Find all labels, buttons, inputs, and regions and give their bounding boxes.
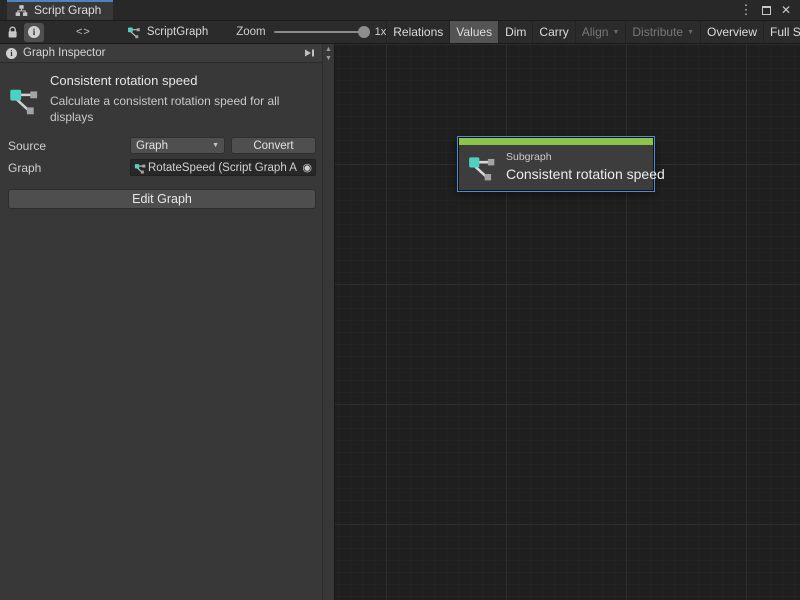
convert-button[interactable]: Convert — [231, 137, 316, 154]
toolbar-button-dim[interactable]: Dim — [498, 21, 532, 43]
close-icon[interactable]: ✕ — [778, 2, 794, 18]
tab-script-graph[interactable]: Script Graph — [7, 0, 113, 20]
graph-object-value: RotateSpeed (Script Graph A — [148, 162, 301, 174]
window-tab-bar: Script Graph ⋮ ✕ — [0, 0, 800, 21]
node-header-bar — [459, 138, 653, 145]
distribute-label: Distribute — [632, 25, 683, 39]
code-view-button[interactable]: <> — [72, 23, 95, 42]
graph-hierarchy-icon — [15, 4, 28, 17]
edit-graph-button[interactable]: Edit Graph — [8, 189, 316, 209]
dock-panel-button[interactable] — [300, 46, 318, 61]
source-dropdown-value: Graph — [136, 140, 168, 152]
node-text: Subgraph Consistent rotation speed — [506, 151, 643, 182]
inspector-form: Source Graph ▼ Convert Graph — [0, 137, 322, 181]
graph-field-label: Graph — [8, 161, 130, 175]
graph-description: Calculate a consistent rotation speed fo… — [50, 93, 312, 125]
script-graph-asset-icon — [134, 162, 146, 174]
subgraph-node-icon — [467, 152, 497, 182]
main-area: i Graph Inspector — [0, 44, 800, 600]
info-icon: i — [28, 26, 40, 38]
zoom-label: Zoom — [236, 26, 265, 38]
graph-canvas[interactable]: Subgraph Consistent rotation speed — [335, 44, 800, 600]
node-kind-label: Subgraph — [506, 151, 643, 163]
zoom-slider[interactable] — [274, 26, 366, 38]
toolbar-button-relations[interactable]: Relations — [386, 21, 449, 43]
window-controls: ⋮ ✕ — [738, 0, 800, 20]
toolbar-toggle-group: Relations Values Dim Carry Align ▼ Distr… — [386, 21, 800, 43]
node-title: Consistent rotation speed — [506, 166, 643, 182]
breadcrumb-label: ScriptGraph — [147, 26, 208, 38]
breadcrumb[interactable]: ScriptGraph — [127, 25, 208, 39]
graph-inspector-header: i Graph Inspector — [0, 44, 322, 63]
graph-object-field[interactable]: RotateSpeed (Script Graph A ◉ — [130, 159, 316, 176]
scroll-up-icon[interactable]: ▲ — [325, 46, 332, 55]
source-label: Source — [8, 139, 130, 153]
node-body: Subgraph Consistent rotation speed — [459, 145, 653, 190]
graph-info-text: Consistent rotation speed Calculate a co… — [50, 73, 314, 125]
active-tab-indicator — [7, 0, 113, 2]
graph-title: Consistent rotation speed — [50, 73, 314, 88]
align-label: Align — [582, 25, 609, 39]
graph-inspector-panel: i Graph Inspector — [0, 44, 322, 600]
lock-icon — [7, 26, 18, 39]
zoom-slider-handle[interactable] — [358, 26, 370, 38]
subgraph-node[interactable]: Subgraph Consistent rotation speed — [457, 136, 655, 192]
graph-toolbar: i <> ScriptGraph Zoom 1x — [0, 21, 800, 44]
code-icon: <> — [76, 26, 91, 38]
lock-button[interactable] — [3, 23, 22, 42]
object-picker-icon[interactable]: ◉ — [301, 161, 313, 174]
toolbar-button-overview[interactable]: Overview — [700, 21, 763, 43]
zoom-value: 1x — [375, 26, 387, 38]
toolbar-button-distribute: Distribute ▼ — [625, 21, 700, 43]
toolbar-button-values[interactable]: Values — [449, 21, 498, 43]
toolbar-button-full-screen[interactable]: Full Screen — [763, 21, 800, 43]
script-graph-icon — [127, 25, 141, 39]
dropdown-arrow-icon: ▼ — [212, 142, 219, 149]
zoom-slider-track — [274, 31, 366, 33]
inspector-toggle-button[interactable]: i — [24, 23, 44, 42]
toolbar-button-carry[interactable]: Carry — [532, 21, 574, 43]
graph-info-section: Consistent rotation speed Calculate a co… — [0, 63, 322, 137]
source-row: Source Graph ▼ Convert — [8, 137, 316, 154]
inspector-scrollbar[interactable]: ▲ ▼ — [322, 44, 335, 600]
dock-panel-icon — [303, 47, 315, 59]
source-dropdown[interactable]: Graph ▼ — [130, 137, 225, 154]
maximize-icon[interactable] — [758, 2, 774, 18]
dropdown-arrow-icon: ▼ — [612, 29, 619, 36]
toolbar-button-align: Align ▼ — [575, 21, 626, 43]
subgraph-icon — [8, 73, 40, 125]
window-menu-icon[interactable]: ⋮ — [738, 2, 754, 18]
zoom-control: Zoom 1x — [236, 26, 386, 38]
dropdown-arrow-icon: ▼ — [687, 29, 694, 36]
info-icon: i — [6, 48, 17, 59]
graph-row: Graph RotateSpeed (Scr — [8, 159, 316, 176]
graph-inspector-title: Graph Inspector — [23, 47, 105, 59]
scroll-down-icon[interactable]: ▼ — [325, 55, 332, 64]
tab-label: Script Graph — [34, 3, 101, 17]
script-graph-window: Script Graph ⋮ ✕ i <> — [0, 0, 800, 600]
